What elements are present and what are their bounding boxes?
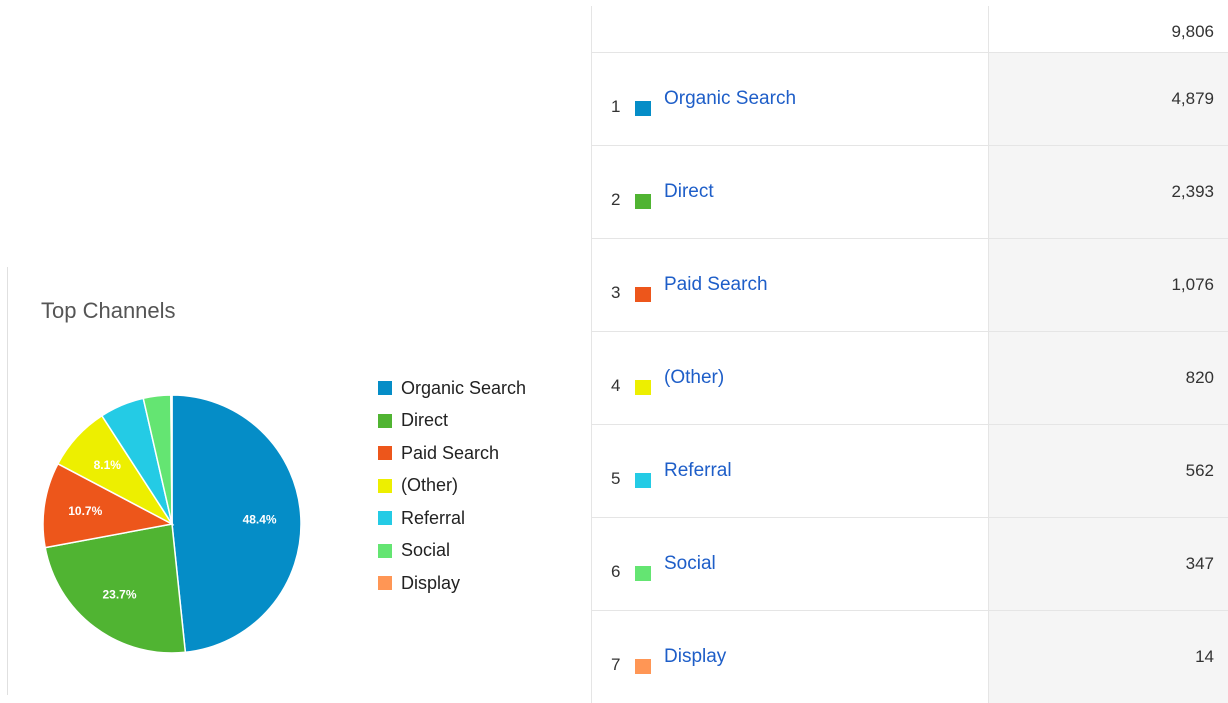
row-rank: 6 (611, 562, 621, 581)
legend-label: Organic Search (401, 377, 527, 398)
row-value: 562 (1185, 461, 1214, 480)
pie-slice-organic-search[interactable] (171, 394, 302, 654)
row-color-swatch (635, 659, 651, 674)
channel-link-direct[interactable]: Direct (664, 181, 714, 203)
pie-slice-label: 8.1% (94, 458, 122, 472)
row-rank: 7 (611, 655, 621, 674)
legend-swatch-organic-search (378, 381, 392, 396)
legend-item-other[interactable]: (Other) (378, 470, 526, 503)
legend-item-display[interactable]: Display (378, 567, 526, 600)
row-value: 1,076 (1171, 275, 1214, 294)
table-row: 2 Direct 2,393 (591, 145, 1228, 238)
row-color-swatch (635, 380, 651, 395)
row-color-swatch (635, 473, 651, 488)
legend-label: Display (401, 572, 461, 593)
legend-label: Referral (401, 507, 466, 528)
row-value: 14 (1195, 647, 1214, 666)
channel-link-other[interactable]: (Other) (664, 367, 724, 389)
legend-item-direct[interactable]: Direct (378, 405, 526, 438)
pie-slice-label: 48.4% (243, 512, 277, 526)
channel-link-social[interactable]: Social (664, 553, 716, 575)
row-color-swatch (635, 194, 651, 209)
legend-item-paid-search[interactable]: Paid Search (378, 437, 526, 470)
table-row: 7 Display 14 (591, 610, 1228, 703)
channels-table: 9,806 1 Organic Search 4,879 2 Direct 2,… (591, 0, 1228, 703)
legend-swatch-other (378, 478, 392, 493)
row-color-swatch (635, 566, 651, 581)
row-rank: 2 (611, 190, 621, 209)
legend-item-referral[interactable]: Referral (378, 502, 526, 535)
legend-label: Social (401, 540, 451, 561)
legend-item-social[interactable]: Social (378, 535, 526, 568)
legend-swatch-display (378, 576, 392, 591)
row-value: 4,879 (1171, 89, 1214, 108)
legend-swatch-direct (378, 413, 392, 428)
widget-title: Top Channels (41, 298, 176, 323)
legend-label: (Other) (401, 475, 459, 496)
row-rank: 1 (611, 97, 621, 116)
legend-label: Paid Search (401, 442, 500, 463)
table-row: 4 (Other) 820 (591, 331, 1228, 424)
chart-legend: Organic Search Direct Paid Search (Other… (378, 372, 526, 600)
row-rank: 4 (611, 376, 621, 395)
row-value: 347 (1185, 554, 1214, 573)
table-row: 6 Social 347 (591, 517, 1228, 610)
pie-chart: 48.4% 23.7% 10.7% 8.1% (42, 394, 302, 654)
panel-divider (7, 267, 8, 695)
channel-link-referral[interactable]: Referral (664, 460, 732, 482)
row-value: 820 (1185, 368, 1214, 387)
pie-slice-label: 23.7% (103, 587, 137, 601)
legend-swatch-social (378, 543, 392, 558)
table-row: 1 Organic Search 4,879 (591, 52, 1228, 145)
total-value: 9,806 (1171, 22, 1214, 41)
legend-swatch-referral (378, 511, 392, 526)
table-row: 3 Paid Search 1,076 (591, 238, 1228, 331)
legend-swatch-paid-search (378, 446, 392, 461)
legend-label: Direct (401, 410, 449, 431)
row-color-swatch (635, 287, 651, 302)
table-row: 5 Referral 562 (591, 424, 1228, 517)
row-value: 2,393 (1171, 182, 1214, 201)
channel-link-display[interactable]: Display (664, 646, 726, 668)
channel-link-paid-search[interactable]: Paid Search (664, 274, 768, 296)
row-rank: 3 (611, 283, 621, 302)
row-rank: 5 (611, 469, 621, 488)
legend-item-organic-search[interactable]: Organic Search (378, 372, 526, 405)
row-color-swatch (635, 101, 651, 116)
pie-slice-label: 10.7% (68, 504, 102, 518)
channel-link-organic-search[interactable]: Organic Search (664, 88, 796, 110)
